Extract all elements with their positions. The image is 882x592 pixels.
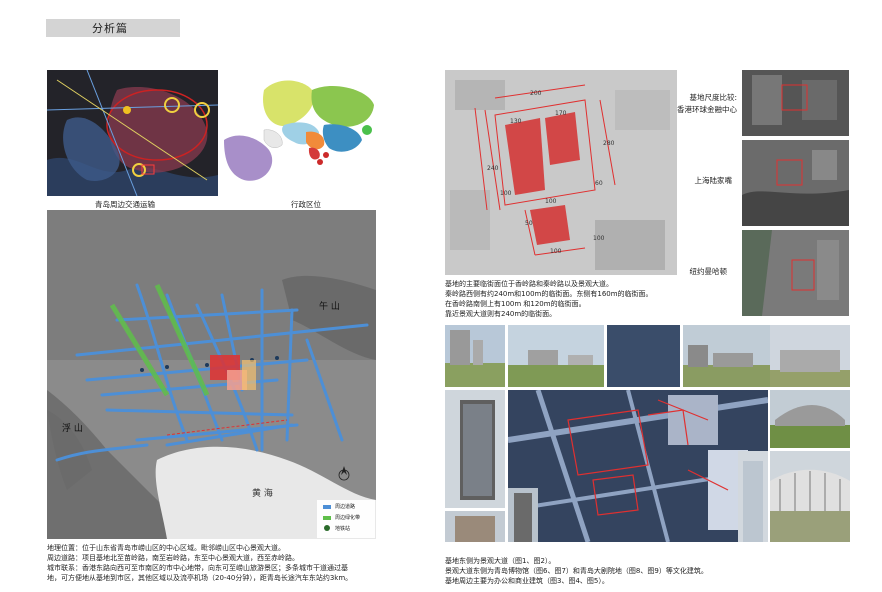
main-site-map: 午 山 浮 山 黄 海 周边道路 周边绿化带 地铁站 [47, 210, 376, 539]
photo-8 [770, 451, 850, 542]
location-text: 地理位置：位于山东省青岛市崂山区的中心区域。毗邻崂山区中心景观大道。 周边道路：… [47, 544, 353, 582]
label-huanghai: 黄 海 [252, 489, 273, 499]
dim-130: 130 [510, 118, 522, 125]
district-map [224, 70, 376, 196]
photo-11 [738, 451, 768, 542]
photo-7 [770, 390, 850, 448]
scale-label-lujiazui: 上海陆家嘴 [694, 176, 733, 185]
district-map-caption: 行政区位 [291, 200, 321, 209]
photo-3 [607, 325, 680, 387]
photo-shanghai [742, 140, 849, 226]
dim-100-a: 100 [545, 198, 557, 205]
photo-2 [508, 325, 604, 387]
legend-metro: 地铁站 [335, 526, 351, 532]
section-title: 分析篇 [92, 22, 128, 35]
photo-9 [445, 511, 505, 542]
site-aerial-map: 200 130 170 240 280 60 100 50 100 100 10… [445, 70, 677, 275]
photo-newyork [742, 230, 849, 316]
photo-4 [445, 390, 505, 508]
dim-60: 60 [595, 180, 603, 187]
surrounding-aerial-map [508, 390, 768, 542]
dim-100-d: 100 [593, 235, 605, 242]
label-fushan: 浮 山 [62, 424, 83, 434]
scale-label-manhattan: 纽约曼哈顿 [689, 267, 728, 276]
traffic-map [47, 70, 218, 196]
label-wushan: 午 山 [319, 302, 340, 312]
dim-200: 200 [530, 90, 542, 97]
photo-6 [770, 325, 850, 387]
dim-170: 170 [555, 110, 567, 117]
dim-100-c: 100 [550, 248, 562, 255]
dim-100-b: 100 [500, 190, 512, 197]
photo-5 [683, 325, 773, 387]
dim-50: 50 [525, 220, 533, 227]
legend-roads: 周边道路 [335, 504, 356, 510]
photo-10 [508, 488, 538, 542]
dim-240: 240 [487, 165, 499, 172]
legend-green: 周边绿化带 [335, 515, 361, 521]
landscape-text: 基地东侧为景观大道（图1、图2）。 景观大道东侧为青岛博物馆（图6、图7）和青岛… [445, 557, 708, 585]
dim-280: 280 [603, 140, 615, 147]
photo-hongkong [742, 70, 849, 136]
scale-comparison-title: 基地尺度比较: 香港环球金融中心 [677, 93, 737, 114]
site-frontage-text: 基地的主要临街面位于香岭路和秦岭路以及景观大道。 秦岭路西侧有约240m和100… [445, 280, 653, 318]
traffic-map-caption: 青岛周边交通运输 [95, 200, 155, 209]
photo-1 [445, 325, 505, 387]
